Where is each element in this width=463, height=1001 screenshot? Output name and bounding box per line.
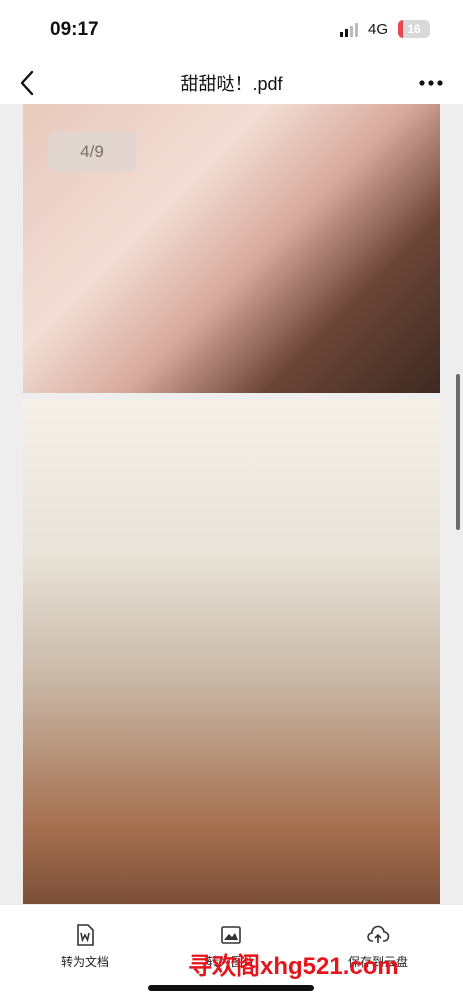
home-indicator[interactable]	[148, 985, 314, 991]
pdf-page-image: 4/9	[23, 104, 440, 393]
network-type: 4G	[368, 21, 389, 38]
watermark-text: 寻欢阁xhg521.com	[188, 953, 399, 980]
pdf-page-image	[23, 399, 440, 904]
document-title: 甜甜哒！.pdf	[180, 74, 283, 94]
battery-indicator: 16	[398, 20, 430, 38]
cloud-upload-icon	[367, 925, 390, 943]
tool-label: 转为文档	[60, 955, 109, 969]
convert-to-doc-button[interactable]: 转为文档	[25, 905, 145, 1001]
page-indicator: 4/9	[48, 132, 136, 172]
more-horizontal-icon[interactable]	[416, 68, 446, 98]
scrollbar-thumb[interactable]	[456, 374, 460, 530]
nav-bar: 甜甜哒！.pdf	[0, 62, 463, 104]
status-time: 09:17	[50, 19, 99, 40]
status-bar: 09:17 4G 16	[0, 0, 463, 62]
word-doc-icon	[77, 924, 94, 946]
pdf-viewer[interactable]: 4/9	[0, 104, 463, 904]
image-icon	[221, 926, 241, 944]
battery-level: 16	[407, 22, 421, 36]
signal-icon	[340, 23, 358, 37]
